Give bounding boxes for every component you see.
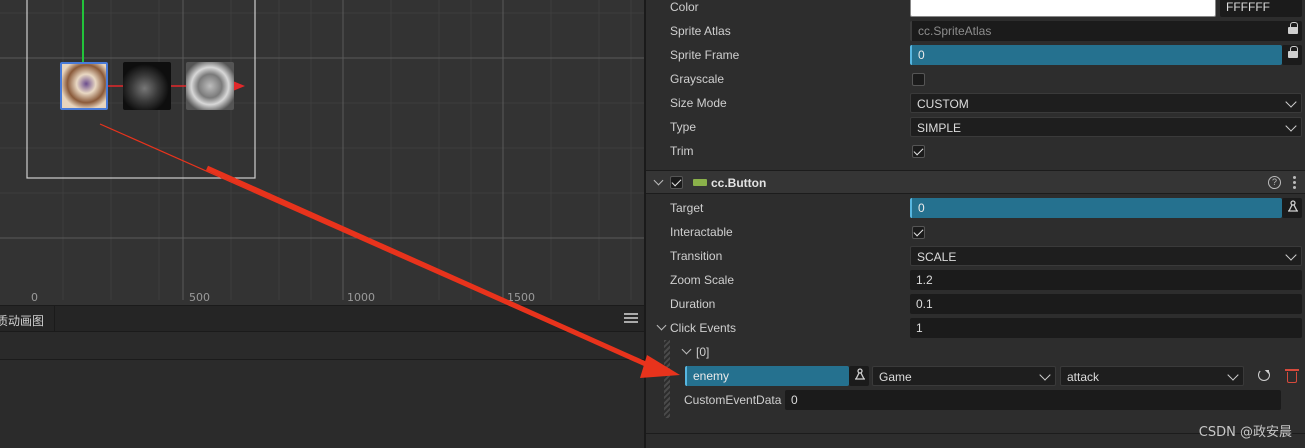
sprite-frame-field[interactable]: 0 xyxy=(910,45,1282,65)
event-handler-value: attack xyxy=(1067,370,1100,384)
click-events-count[interactable]: 1 xyxy=(910,318,1302,338)
color-hex-field[interactable]: FFFFFF xyxy=(1220,0,1302,17)
sprite-atlas-value: cc.SpriteAtlas xyxy=(918,24,992,38)
prop-label: Type xyxy=(670,120,697,134)
event-component-value: Game xyxy=(879,370,912,384)
refresh-icon[interactable] xyxy=(1258,369,1270,381)
trash-icon[interactable] xyxy=(1285,369,1299,383)
bottom-tabbar: 质 动画图 xyxy=(0,306,644,332)
type-value: SIMPLE xyxy=(917,121,962,135)
prop-row-grayscale: Grayscale xyxy=(646,67,1305,91)
ruler-label: 1000 xyxy=(347,291,375,304)
sprite-crossbow[interactable] xyxy=(123,62,171,110)
prop-row-color: Color FFFFFF xyxy=(646,0,1305,19)
chevron-down-icon xyxy=(1285,96,1297,108)
ruler-label: 1500 xyxy=(507,291,535,304)
prop-row-duration: Duration 0.1 xyxy=(646,292,1305,316)
node-picker-icon[interactable] xyxy=(1286,200,1300,214)
ruler-label: 500 xyxy=(189,291,210,304)
prop-label: Sprite Atlas xyxy=(670,24,731,38)
prop-row-zoom-scale: Zoom Scale 1.2 xyxy=(646,268,1305,292)
prop-row-sprite-atlas: Sprite Atlas cc.SpriteAtlas xyxy=(646,19,1305,43)
chevron-down-icon xyxy=(1285,120,1297,132)
interactable-checkbox[interactable] xyxy=(912,226,925,239)
sprite-shield[interactable] xyxy=(186,62,234,110)
prop-row-interactable: Interactable xyxy=(646,220,1305,244)
event-item-header: [0] xyxy=(646,340,1305,364)
prop-row-sprite-frame: Sprite Frame 0 xyxy=(646,43,1305,67)
lock-icon[interactable] xyxy=(1288,22,1298,35)
sprite-atlas-field[interactable]: cc.SpriteAtlas xyxy=(910,21,1302,41)
sprite-bow[interactable] xyxy=(60,62,108,110)
chevron-down-icon[interactable] xyxy=(653,175,664,186)
component-header-button[interactable]: cc.Button ? xyxy=(646,170,1305,194)
node-picker-icon[interactable] xyxy=(853,368,867,382)
watermark: CSDN @政安晨 xyxy=(1198,425,1292,440)
chevron-down-icon xyxy=(1227,369,1239,381)
tab-partial[interactable]: 质 xyxy=(0,312,8,329)
prop-label: Target xyxy=(670,201,704,215)
event-target-field[interactable]: enemy xyxy=(685,366,849,386)
prop-row-target: Target 0 xyxy=(646,196,1305,220)
trim-checkbox[interactable] xyxy=(912,145,925,158)
transition-select[interactable]: SCALE xyxy=(910,246,1302,266)
hamburger-menu-icon[interactable] xyxy=(624,311,638,325)
help-icon[interactable]: ? xyxy=(1268,176,1281,189)
size-mode-value: CUSTOM xyxy=(917,97,969,111)
prop-label: Interactable xyxy=(670,225,733,239)
type-select[interactable]: SIMPLE xyxy=(910,117,1302,137)
chevron-down-icon[interactable] xyxy=(656,320,667,331)
prop-label: Sprite Frame xyxy=(670,48,740,62)
prop-row-custom-event-data: CustomEventData 0 xyxy=(646,388,1305,412)
color-swatch[interactable] xyxy=(910,0,1216,17)
prop-label: Size Mode xyxy=(670,96,727,110)
prop-row-size-mode: Size Mode CUSTOM xyxy=(646,91,1305,115)
inspector-panel: Color FFFFFF Sprite Atlas cc.SpriteAtlas… xyxy=(644,0,1305,448)
prop-label: Click Events xyxy=(670,321,737,335)
prop-row-transition: Transition SCALE xyxy=(646,244,1305,268)
prop-row-click-events: Click Events 1 xyxy=(646,316,1305,340)
prop-row-type: Type SIMPLE xyxy=(646,115,1305,139)
sprite-frame-lock[interactable] xyxy=(1282,45,1302,65)
tab-separator xyxy=(54,306,55,332)
grayscale-checkbox[interactable] xyxy=(912,73,925,86)
prop-label: CustomEventData xyxy=(684,393,782,407)
zoom-scale-input[interactable]: 1.2 xyxy=(910,270,1302,290)
bottom-panel: 质 动画图 xyxy=(0,305,644,448)
tab-animation-graph[interactable]: 动画图 xyxy=(8,312,44,329)
lock-icon[interactable] xyxy=(1288,46,1298,59)
prop-label: Grayscale xyxy=(670,72,725,86)
component-icon xyxy=(693,179,707,186)
more-vertical-icon[interactable] xyxy=(1293,176,1296,189)
prop-label: Zoom Scale xyxy=(670,273,735,287)
custom-event-data-input[interactable]: 0 xyxy=(785,390,1281,410)
transition-value: SCALE xyxy=(917,250,957,264)
prop-label: Transition xyxy=(670,249,723,263)
chevron-down-icon xyxy=(1039,369,1051,381)
bottom-toolbar xyxy=(0,332,644,360)
prop-label: Color xyxy=(670,0,699,14)
event-item-row: enemy Game attack xyxy=(646,364,1305,388)
scene-view[interactable]: 0 500 1000 1500 xyxy=(0,0,644,305)
prop-label: Duration xyxy=(670,297,716,311)
prop-row-trim: Trim xyxy=(646,139,1305,163)
component-enabled-checkbox[interactable] xyxy=(670,176,683,189)
event-handler-select[interactable]: attack xyxy=(1060,366,1244,386)
chevron-down-icon[interactable] xyxy=(681,344,692,355)
component-title: cc.Button xyxy=(711,176,767,190)
chevron-down-icon xyxy=(1285,249,1297,261)
scene-grid xyxy=(0,0,644,300)
ruler-label: 0 xyxy=(31,291,38,304)
event-component-select[interactable]: Game xyxy=(872,366,1056,386)
duration-input[interactable]: 0.1 xyxy=(910,294,1302,314)
event-index-label: [0] xyxy=(696,345,710,359)
size-mode-select[interactable]: CUSTOM xyxy=(910,93,1302,113)
prop-label: Trim xyxy=(670,144,694,158)
event-target-picker[interactable] xyxy=(849,366,869,386)
target-picker[interactable] xyxy=(1282,198,1302,218)
target-field[interactable]: 0 xyxy=(910,198,1282,218)
